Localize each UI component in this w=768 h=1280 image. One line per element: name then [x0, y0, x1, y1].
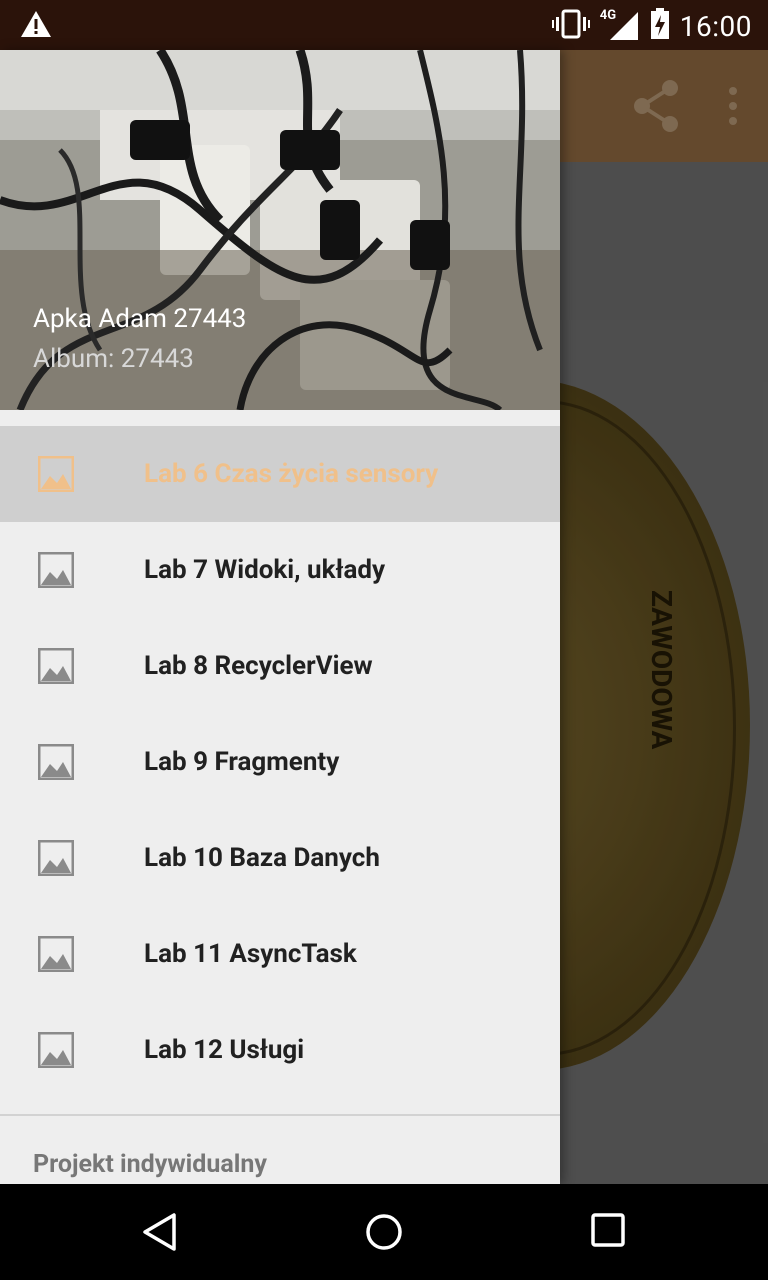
menu-item-label: Lab 12 Usługi: [144, 1035, 305, 1065]
menu-item-lab-10[interactable]: Lab 10 Baza Danych: [0, 810, 560, 906]
image-icon: [38, 744, 74, 780]
vibrate-icon: [551, 9, 590, 43]
menu-item-label: Lab 11 AsyncTask: [144, 939, 357, 969]
menu-item-label: Lab 6 Czas życia sensory: [144, 459, 439, 489]
section-header-projekt: Projekt indywidualny: [33, 1150, 267, 1179]
navigation-bar: [0, 1184, 768, 1280]
status-bar: 4G 16:00: [0, 0, 768, 50]
drawer-header: Apka Adam 27443 Album: 27443: [0, 50, 560, 410]
image-icon: [38, 840, 74, 876]
image-icon: [38, 456, 74, 492]
image-icon: [38, 936, 74, 972]
image-icon: [38, 648, 74, 684]
battery-charging-icon: [650, 8, 670, 44]
menu-item-label: Lab 9 Fragmenty: [144, 747, 340, 777]
menu-item-label: Lab 8 RecyclerView: [144, 651, 373, 681]
menu-item-lab-12[interactable]: Lab 12 Usługi: [0, 1002, 560, 1098]
drawer-header-subtitle: Album: 27443: [33, 344, 194, 374]
menu-item-lab-8[interactable]: Lab 8 RecyclerView: [0, 618, 560, 714]
image-icon: [38, 552, 74, 588]
navigation-drawer: Apka Adam 27443 Album: 27443 Lab 6 Czas …: [0, 50, 560, 1184]
image-icon: [38, 1032, 74, 1068]
drawer-menu: Lab 6 Czas życia sensory Lab 7 Widoki, u…: [0, 426, 560, 1098]
drawer-header-title: Apka Adam 27443: [33, 304, 247, 334]
drawer-divider: [0, 1114, 560, 1116]
signal-icon: 4G: [600, 8, 640, 42]
recents-icon[interactable]: [590, 1212, 626, 1252]
menu-item-label: Lab 10 Baza Danych: [144, 843, 380, 873]
menu-item-label: Lab 7 Widoki, układy: [144, 555, 386, 585]
clock: 16:00: [679, 9, 752, 43]
menu-item-lab-7[interactable]: Lab 7 Widoki, układy: [0, 522, 560, 618]
warning-icon: [20, 9, 52, 43]
menu-item-lab-11[interactable]: Lab 11 AsyncTask: [0, 906, 560, 1002]
home-icon[interactable]: [364, 1212, 404, 1256]
back-icon[interactable]: [140, 1212, 180, 1256]
menu-item-lab-6[interactable]: Lab 6 Czas życia sensory: [0, 426, 560, 522]
menu-item-lab-9[interactable]: Lab 9 Fragmenty: [0, 714, 560, 810]
